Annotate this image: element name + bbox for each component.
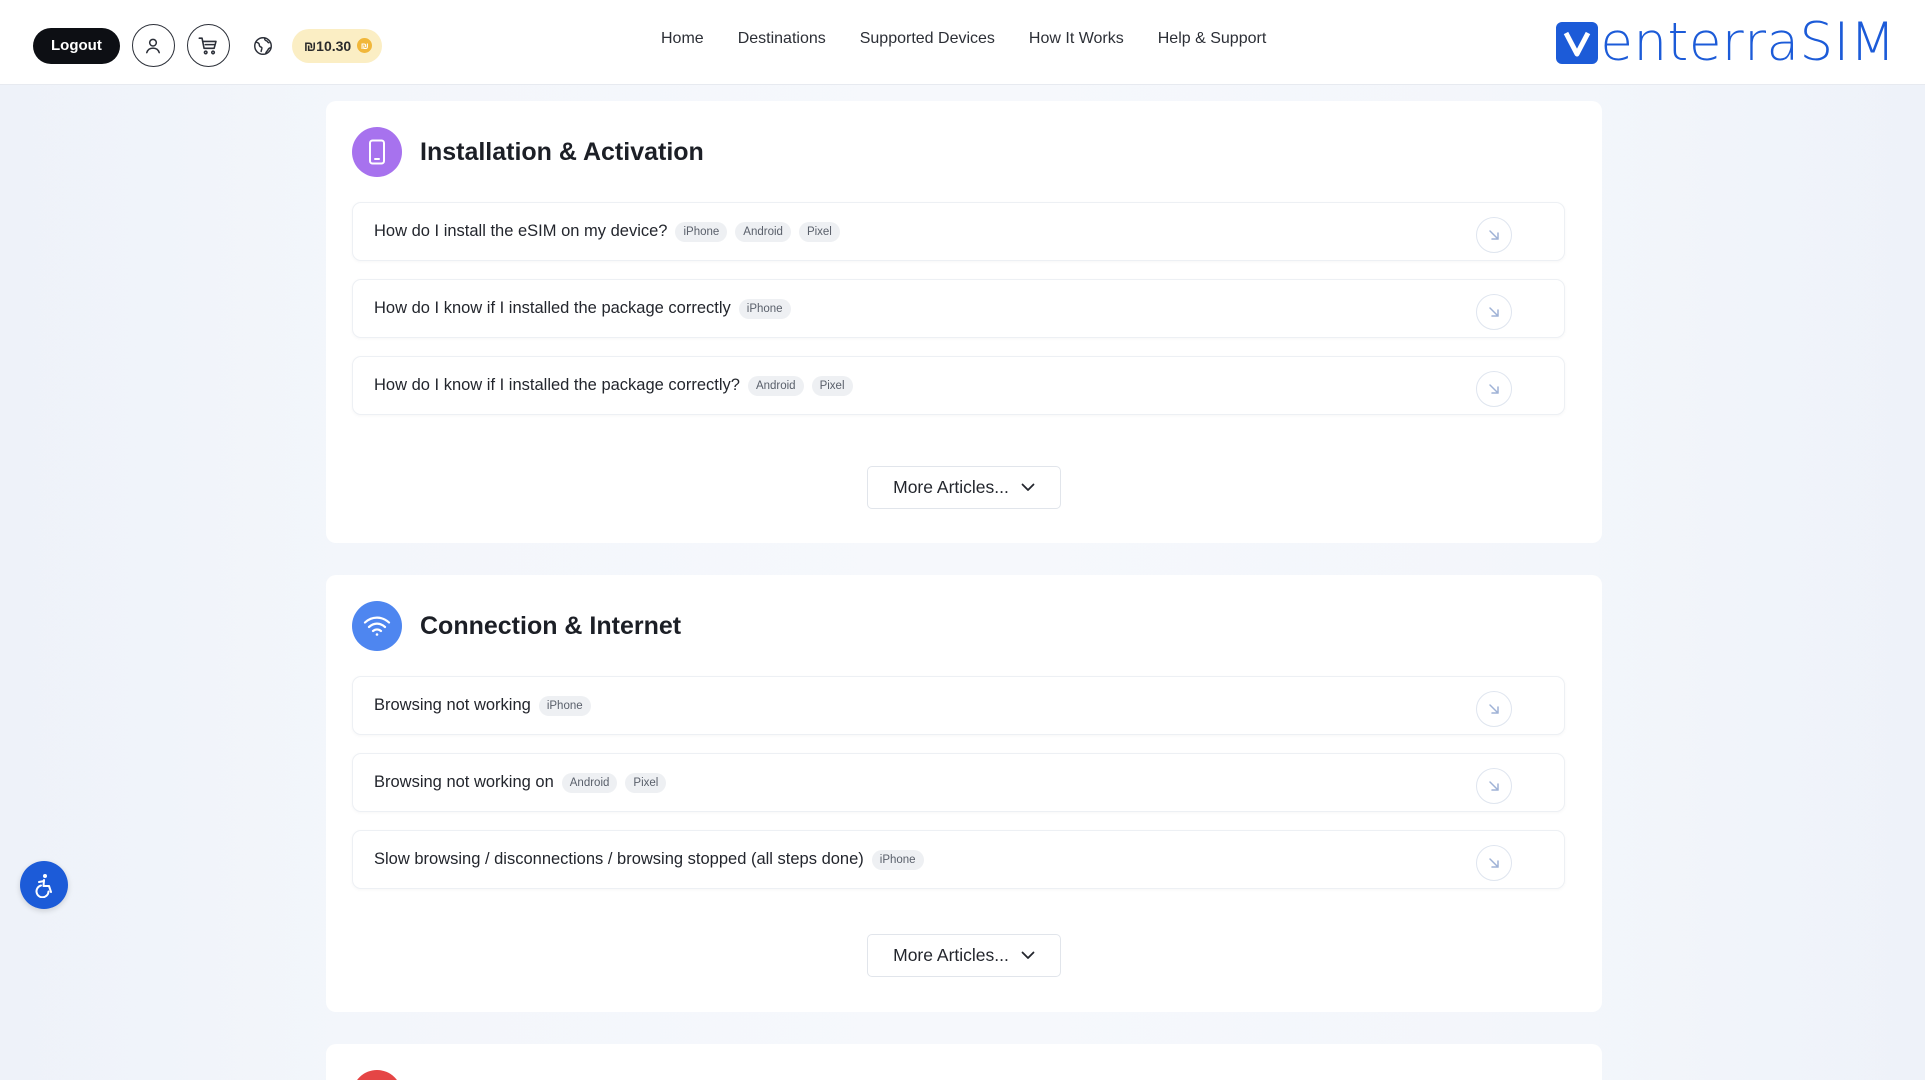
device-tag: iPhone: [871, 849, 924, 870]
article-row[interactable]: Browsing not working on Android Pixel: [352, 753, 1565, 812]
accessibility-button[interactable]: [20, 861, 68, 909]
wifi-icon: [352, 601, 402, 651]
more-articles-label: More Articles...: [893, 477, 1009, 497]
article-title: Browsing not working on: [374, 773, 554, 791]
open-article-button[interactable]: [1476, 845, 1512, 881]
phone-icon: [352, 127, 402, 177]
language-button[interactable]: [246, 29, 280, 63]
section-icon: [352, 1070, 402, 1080]
chevron-down-icon: [1021, 951, 1035, 959]
brand-mark-icon: [1556, 21, 1599, 64]
article-row[interactable]: How do I know if I installed the package…: [352, 356, 1565, 415]
device-tag: iPhone: [538, 695, 591, 716]
device-tag: Pixel: [798, 221, 840, 242]
article-title: Slow browsing / disconnections / browsin…: [374, 850, 864, 868]
arrow-down-right-icon: [1489, 704, 1499, 714]
brand-logo[interactable]: enterraSIM: [1556, 16, 1896, 69]
nav-supported-devices[interactable]: Supported Devices: [860, 30, 995, 48]
section-header: Connection & Internet: [352, 601, 681, 651]
cart-button[interactable]: [186, 24, 230, 67]
open-article-button[interactable]: [1476, 371, 1512, 407]
device-tag: iPhone: [675, 221, 728, 242]
article-row[interactable]: Slow browsing / disconnections / browsin…: [352, 830, 1565, 889]
section-header: [352, 1070, 402, 1080]
article-title: How do I know if I installed the package…: [374, 376, 740, 394]
main-nav: Home Destinations Supported Devices How …: [661, 30, 1266, 48]
open-article-button[interactable]: [1476, 768, 1512, 804]
coin-icon: ₪: [357, 38, 373, 53]
device-tag: Pixel: [811, 375, 853, 396]
chevron-down-icon: [1021, 483, 1035, 491]
device-tag: iPhone: [738, 298, 791, 319]
device-tag: Pixel: [625, 772, 667, 793]
open-article-button[interactable]: [1476, 294, 1512, 330]
open-article-button[interactable]: [1476, 691, 1512, 727]
more-articles-button[interactable]: More Articles...: [867, 466, 1061, 509]
header-actions: Logout ₪10.30 ₪: [33, 24, 383, 67]
credit-amount: ₪10.30: [303, 37, 352, 54]
globe-icon: [253, 36, 272, 55]
accessibility-icon: [35, 874, 52, 898]
cart-icon: [198, 36, 218, 54]
section-connection-internet: Connection & Internet Browsing not worki…: [326, 575, 1602, 1012]
more-articles-button[interactable]: More Articles...: [867, 934, 1061, 977]
nav-help-support[interactable]: Help & Support: [1158, 30, 1267, 48]
arrow-down-right-icon: [1489, 307, 1499, 317]
arrow-down-right-icon: [1489, 858, 1499, 868]
article-row[interactable]: How do I install the eSIM on my device? …: [352, 202, 1565, 261]
open-article-button[interactable]: [1476, 217, 1512, 253]
arrow-down-right-icon: [1489, 781, 1499, 791]
article-row[interactable]: How do I know if I installed the package…: [352, 279, 1565, 338]
site-header: Logout ₪10.30 ₪ Home Destinations Suppor…: [0, 0, 1925, 85]
article-title: How do I install the eSIM on my device?: [374, 222, 668, 240]
section-title: Connection & Internet: [420, 611, 682, 640]
article-title: Browsing not working: [374, 696, 531, 714]
arrow-down-right-icon: [1489, 384, 1499, 394]
device-tag: Android: [747, 375, 804, 396]
article-title: How do I know if I installed the package…: [374, 299, 731, 317]
user-icon: [146, 38, 161, 53]
credit-balance-badge[interactable]: ₪10.30 ₪: [291, 28, 383, 63]
device-tag: Android: [561, 772, 618, 793]
nav-destinations[interactable]: Destinations: [738, 30, 826, 48]
arrow-down-right-icon: [1489, 230, 1499, 240]
account-button[interactable]: [131, 24, 175, 67]
section-installation-activation: Installation & Activation How do I insta…: [326, 101, 1602, 543]
section-title: Installation & Activation: [420, 137, 704, 166]
nav-how-it-works[interactable]: How It Works: [1029, 30, 1124, 48]
device-tag: Android: [735, 221, 791, 242]
article-row[interactable]: Browsing not working iPhone: [352, 676, 1565, 735]
nav-home[interactable]: Home: [661, 30, 704, 48]
section-header: Installation & Activation: [352, 127, 704, 177]
more-articles-label: More Articles...: [893, 945, 1009, 965]
logout-button[interactable]: Logout: [33, 27, 120, 64]
brand-name: enterraSIM: [1600, 12, 1896, 73]
section-partial: [326, 1044, 1602, 1080]
